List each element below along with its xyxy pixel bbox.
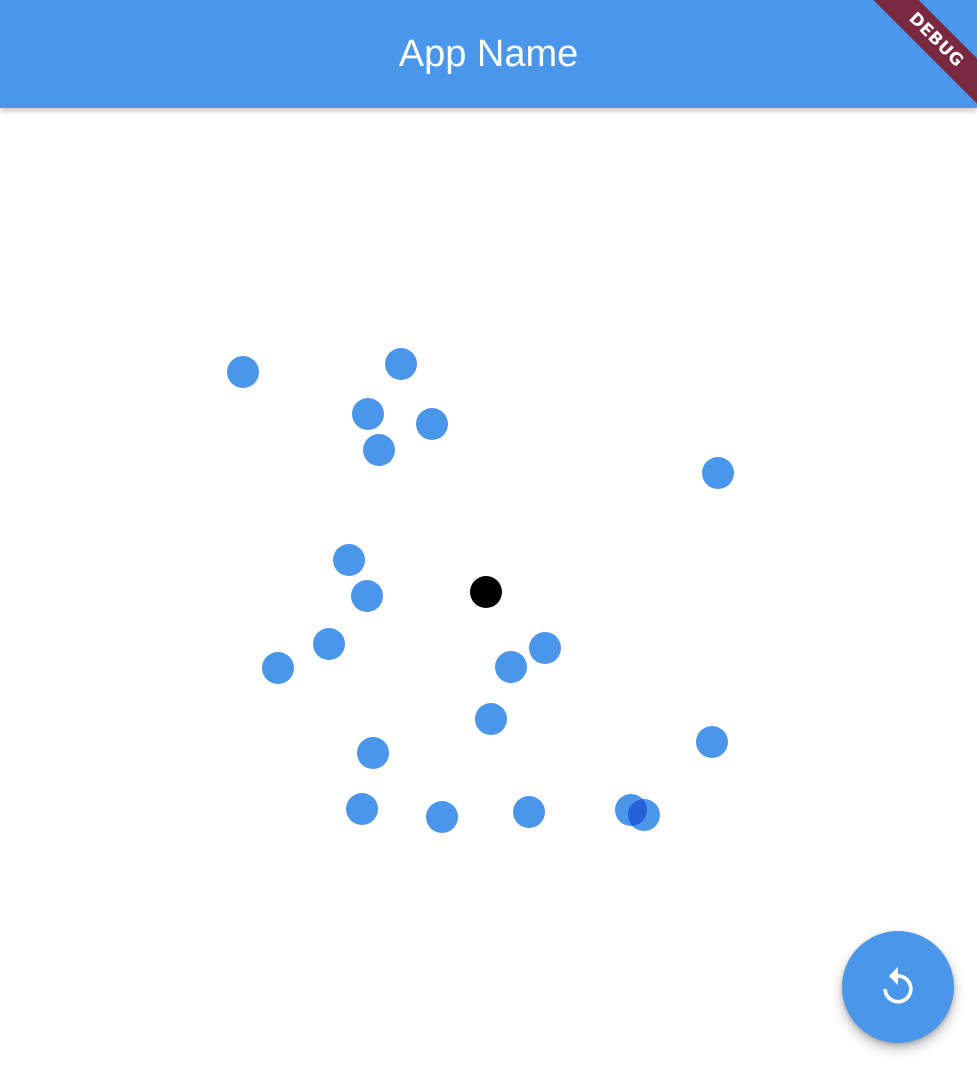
app-bar: App Name (0, 0, 977, 108)
dot (416, 408, 448, 440)
dot (426, 801, 458, 833)
dot (313, 628, 345, 660)
dot (363, 434, 395, 466)
dot (333, 544, 365, 576)
dot (351, 580, 383, 612)
dot (385, 348, 417, 380)
dot (696, 726, 728, 758)
dot (529, 632, 561, 664)
reset-button[interactable] (842, 931, 954, 1043)
dot (357, 737, 389, 769)
dot (475, 703, 507, 735)
center-dot (470, 576, 502, 608)
dot (702, 457, 734, 489)
app-title: App Name (398, 33, 579, 75)
dot (262, 652, 294, 684)
dots-canvas[interactable] (0, 108, 977, 1068)
dot (227, 356, 259, 388)
replay-icon (883, 966, 913, 1004)
dot (346, 793, 378, 825)
dot (495, 651, 527, 683)
dots-layer (227, 348, 734, 833)
dot (513, 796, 545, 828)
dot (352, 398, 384, 430)
